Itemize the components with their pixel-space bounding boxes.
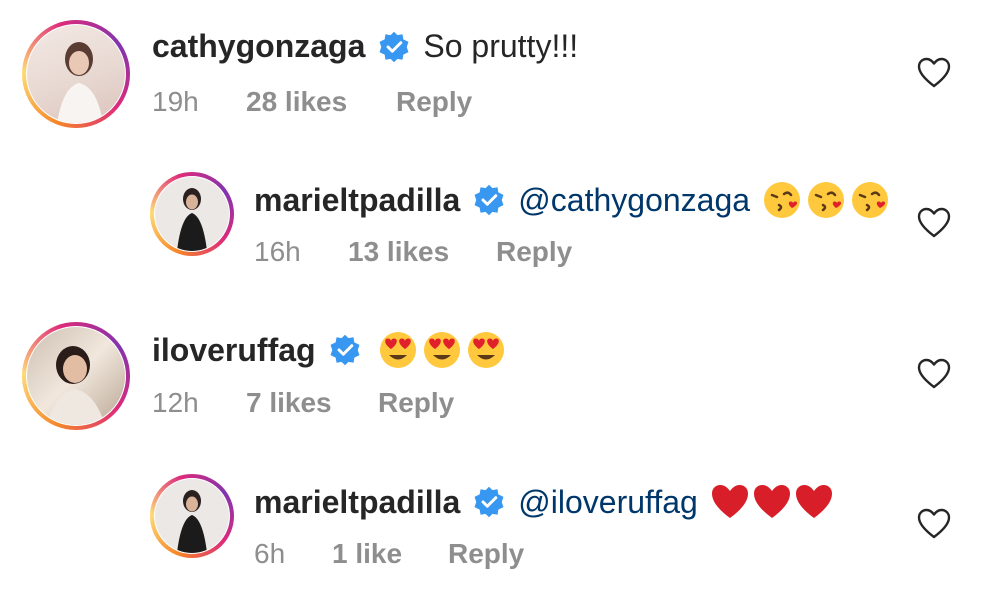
- verified-badge-icon: [474, 486, 504, 518]
- comment-time: 16h: [254, 236, 301, 267]
- heart-outline-icon[interactable]: [917, 57, 951, 89]
- avatar[interactable]: [150, 474, 234, 558]
- reply-button[interactable]: Reply: [396, 86, 472, 118]
- comment-likes[interactable]: 7 likes: [246, 387, 378, 419]
- kissing-heart-emoji: [852, 182, 889, 218]
- heart-outline-icon[interactable]: [917, 358, 951, 390]
- comment-username[interactable]: cathygonzaga: [152, 28, 365, 65]
- comment-username[interactable]: marieltpadilla: [254, 484, 460, 521]
- reply-button[interactable]: Reply: [378, 387, 454, 419]
- comment-likes[interactable]: 28 likes: [246, 86, 396, 118]
- avatar[interactable]: [150, 172, 234, 256]
- comment-item: marieltpadilla @cathygonzaga 16h 13 like…: [0, 150, 1000, 300]
- red-heart-emoji: [795, 485, 832, 518]
- verified-badge-icon: [330, 334, 360, 366]
- comment-text: So prutty!!!: [423, 28, 579, 64]
- avatar[interactable]: [22, 20, 130, 128]
- reply-button[interactable]: Reply: [448, 538, 524, 570]
- kissing-heart-emoji: [808, 182, 845, 218]
- comment-mention[interactable]: @iloveruffag: [518, 484, 698, 521]
- emoji-group: [762, 180, 890, 220]
- heart-outline-icon[interactable]: [917, 207, 951, 239]
- comment-username[interactable]: iloveruffag: [152, 332, 316, 369]
- comment-item: cathygonzaga So prutty!!! 19h 28 likes R…: [0, 0, 1000, 150]
- comment-time: 6h: [254, 538, 286, 569]
- comment-time: 12h: [152, 387, 199, 418]
- comment-time: 19h: [152, 86, 199, 117]
- comment-item: iloveruffag 12h 7 likes Reply: [0, 300, 1000, 450]
- red-heart-emoji: [711, 485, 748, 518]
- comment-username[interactable]: marieltpadilla: [254, 182, 460, 219]
- emoji-group: [710, 482, 834, 522]
- red-heart-emoji: [753, 485, 790, 518]
- heart-eyes-emoji: [467, 332, 504, 368]
- verified-badge-icon: [379, 31, 409, 62]
- heart-eyes-emoji: [379, 332, 416, 368]
- verified-badge-icon: [474, 184, 504, 216]
- heart-eyes-emoji: [423, 332, 460, 368]
- comment-likes[interactable]: 1 like: [332, 538, 448, 570]
- reply-button[interactable]: Reply: [496, 236, 572, 268]
- comment-likes[interactable]: 13 likes: [348, 236, 496, 268]
- kissing-heart-emoji: [764, 182, 801, 218]
- comment-item: marieltpadilla @iloveruffag 6h 1 like Re…: [0, 452, 1000, 602]
- heart-outline-icon[interactable]: [917, 508, 951, 540]
- emoji-group: [378, 330, 506, 370]
- avatar[interactable]: [22, 322, 130, 430]
- comment-mention[interactable]: @cathygonzaga: [518, 182, 750, 219]
